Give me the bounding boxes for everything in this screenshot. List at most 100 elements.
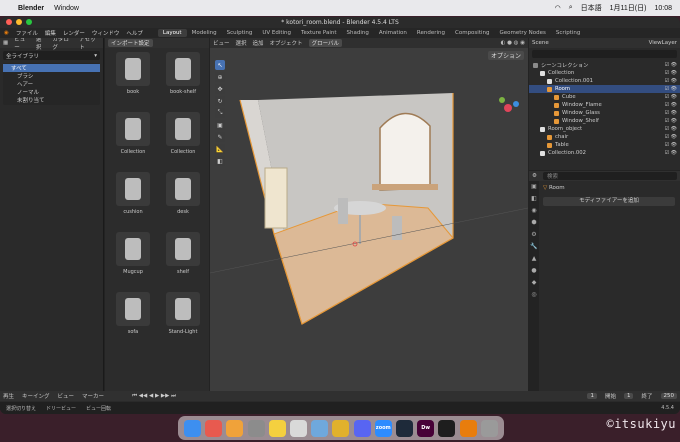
notes-app-icon[interactable] <box>268 419 286 437</box>
tab-uv-editing[interactable]: UV Editing <box>257 29 296 37</box>
wifi-icon[interactable]: ◠ <box>555 4 561 12</box>
outliner-row[interactable]: Window_Glass ☑ 👁 <box>529 109 680 117</box>
asset-item[interactable]: sofa <box>111 292 155 335</box>
discord-app-icon[interactable] <box>353 419 371 437</box>
blender-app-icon[interactable] <box>459 419 477 437</box>
visibility-toggle-icon[interactable]: ☑ 👁 <box>665 126 677 132</box>
asset-item[interactable]: shelf <box>161 232 205 275</box>
current-frame-field[interactable]: 1 <box>587 393 597 399</box>
shading-mode-icons[interactable]: ◐ ● ◍ ◉ <box>501 40 525 46</box>
asset-item[interactable]: book-shelf <box>161 52 205 95</box>
import-settings-button[interactable]: インポート設定 <box>108 39 153 47</box>
menu-help[interactable]: ヘルプ <box>126 29 143 37</box>
preview-app-icon[interactable] <box>311 419 329 437</box>
photos-app-icon[interactable] <box>226 419 244 437</box>
time-label[interactable]: 10:08 <box>654 5 672 12</box>
visibility-toggle-icon[interactable]: ☑ 👁 <box>665 70 677 76</box>
launchpad-app-icon[interactable] <box>205 419 223 437</box>
chrome-app-icon[interactable] <box>332 419 350 437</box>
outliner-row[interactable]: Cube ☑ 👁 <box>529 93 680 101</box>
asset-item[interactable]: book <box>111 52 155 95</box>
tab-rendering[interactable]: Rendering <box>412 29 450 37</box>
catalog-item[interactable]: ノーマル <box>3 88 100 96</box>
asset-menu-asset[interactable]: アセット <box>79 38 100 51</box>
visibility-toggle-icon[interactable]: ☑ 👁 <box>665 110 677 116</box>
asset-menu-select[interactable]: 選択 <box>36 38 46 51</box>
asset-item[interactable]: Collection <box>161 112 205 155</box>
properties-search-input[interactable]: 検索 <box>542 172 677 180</box>
end-frame-field[interactable]: 250 <box>660 393 677 399</box>
visibility-toggle-icon[interactable]: ☑ 👁 <box>665 94 677 100</box>
start-frame-field[interactable]: 1 <box>623 393 634 399</box>
visibility-toggle-icon[interactable]: ☑ 👁 <box>665 142 677 148</box>
asset-item[interactable]: Mugcup <box>111 232 155 275</box>
search-icon[interactable]: ⌕ <box>569 4 573 12</box>
zoom-app-icon[interactable]: zoom <box>374 419 392 437</box>
tab-modeling[interactable]: Modeling <box>187 29 222 37</box>
outliner-row[interactable]: Room_object ☑ 👁 <box>529 125 680 133</box>
viewport-menu-object[interactable]: オブジェクト <box>270 39 303 47</box>
zoom-window-button[interactable] <box>26 19 32 25</box>
asset-menu-catalog[interactable]: カタログ <box>52 38 73 51</box>
outliner-row[interactable]: Table ☑ 👁 <box>529 141 680 149</box>
library-selector[interactable]: 全ライブラリ ▾ <box>3 51 100 60</box>
mac-app-menu[interactable]: Blender <box>18 5 44 12</box>
asset-item[interactable]: Collection <box>111 112 155 155</box>
outliner-row[interactable]: Room ☑ 👁 <box>529 85 680 93</box>
menu-edit[interactable]: 編集 <box>45 29 56 37</box>
outliner-row[interactable]: Collection ☑ 👁 <box>529 69 680 77</box>
menu-file[interactable]: ファイル <box>16 29 38 37</box>
asset-item[interactable]: Stand-Light <box>161 292 205 335</box>
pages-app-icon[interactable] <box>290 419 308 437</box>
playback-controls[interactable]: ⏮ ◀◀ ◀ ▶ ▶▶ ⏭ <box>132 393 176 400</box>
timeline-menu-marker[interactable]: マーカー <box>82 392 104 400</box>
tab-compositing[interactable]: Compositing <box>450 29 494 37</box>
mac-window-menu[interactable]: Window <box>54 5 79 12</box>
view-layer-selector[interactable]: ViewLayer <box>649 40 677 46</box>
viewport-menu-add[interactable]: 追加 <box>253 39 264 47</box>
visibility-toggle-icon[interactable]: ☑ 👁 <box>665 102 677 108</box>
timeline-menu-keying[interactable]: キーイング <box>22 392 50 400</box>
tab-geometry-nodes[interactable]: Geometry Nodes <box>494 29 550 37</box>
visibility-toggle-icon[interactable]: ☑ 👁 <box>665 62 677 68</box>
visibility-toggle-icon[interactable]: ☑ 👁 <box>665 118 677 124</box>
visibility-toggle-icon[interactable]: ☑ 👁 <box>665 134 677 140</box>
input-language[interactable]: 日本語 <box>581 3 602 13</box>
tab-layout[interactable]: Layout <box>157 29 187 37</box>
close-window-button[interactable] <box>6 19 12 25</box>
asset-menu-view[interactable]: ビュー <box>14 38 30 51</box>
dreamweaver-app-icon[interactable]: Dw <box>417 419 435 437</box>
asset-item[interactable]: cushion <box>111 172 155 215</box>
tab-animation[interactable]: Animation <box>374 29 412 37</box>
date-label[interactable]: 1月11日(日) <box>610 3 647 13</box>
room-scene[interactable] <box>210 48 528 378</box>
outliner-row[interactable]: Collection.002 ☑ 👁 <box>529 149 680 157</box>
asset-item[interactable]: desk <box>161 172 205 215</box>
property-tab-icons[interactable]: ▣ ◧ ◉ ⬢ ⚙ 🔧 ▲ ● ◆ ◎ <box>529 181 539 301</box>
editor-type-icon[interactable]: ▦ <box>3 40 8 46</box>
navigation-gizmo[interactable] <box>496 96 520 120</box>
outliner-search-input[interactable] <box>532 50 677 58</box>
visibility-toggle-icon[interactable]: ☑ 👁 <box>665 150 677 156</box>
tab-scripting[interactable]: Scripting <box>551 29 585 37</box>
visibility-toggle-icon[interactable]: ☑ 👁 <box>665 86 677 92</box>
finder-app-icon[interactable] <box>184 419 202 437</box>
blender-logo-icon[interactable]: ◉ <box>4 30 9 36</box>
catalog-item[interactable]: ヘアー <box>3 80 100 88</box>
3d-viewport[interactable]: ビュー 選択 追加 オブジェクト グローバル ◐ ● ◍ ◉ オプション ↖ ⊕… <box>210 38 528 391</box>
visibility-toggle-icon[interactable]: ☑ 👁 <box>665 78 677 84</box>
catalog-item[interactable]: すべて <box>3 64 100 72</box>
scene-selector[interactable]: Scene <box>532 40 549 46</box>
outliner-row[interactable]: シーンコレクション ☑ 👁 <box>529 61 680 69</box>
menu-window[interactable]: ウィンドウ <box>92 29 120 37</box>
outliner-row[interactable]: Window_Shelf ☑ 👁 <box>529 117 680 125</box>
viewport-menu-select[interactable]: 選択 <box>236 39 247 47</box>
outliner-row[interactable]: Collection.001 ☑ 👁 <box>529 77 680 85</box>
tab-shading[interactable]: Shading <box>342 29 374 37</box>
timeline-menu-playback[interactable]: 再生 <box>3 392 14 400</box>
properties-editor-icon[interactable]: ⚙ <box>532 173 537 179</box>
viewport-menu-view[interactable]: ビュー <box>213 39 230 47</box>
add-modifier-button[interactable]: モディファイアーを追加 <box>543 197 675 206</box>
tab-sculpting[interactable]: Sculpting <box>222 29 258 37</box>
catalog-item[interactable]: ブラシ <box>3 72 100 80</box>
